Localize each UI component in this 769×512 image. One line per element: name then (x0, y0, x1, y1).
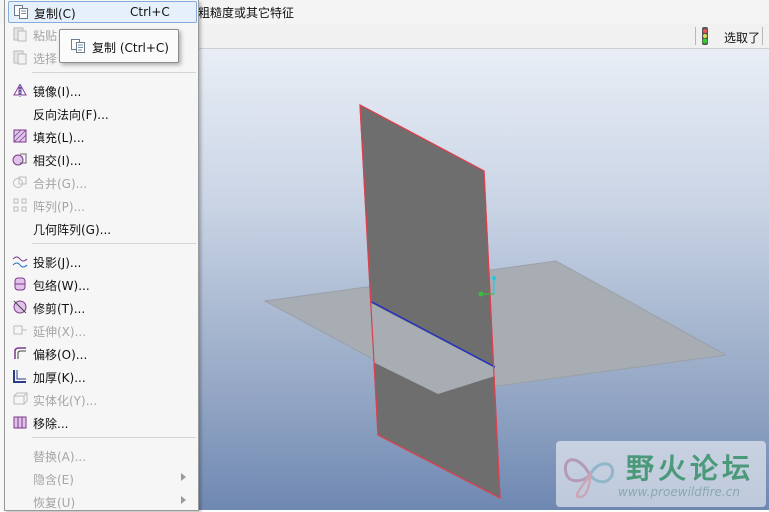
menu-item-label: 修剪(T)... (33, 302, 86, 316)
menu-item-17[interactable]: 移除... (5, 411, 198, 433)
solidify-icon (13, 392, 28, 405)
merge-icon (13, 176, 27, 188)
menu-item-label: 恢复(U) (33, 496, 76, 510)
menu-item-15[interactable]: 加厚(K)... (5, 365, 198, 387)
watermark-url: www.proewildfire.cn (618, 485, 740, 499)
menu-item-label: 实体化(Y)... (33, 394, 98, 408)
menu-item-10[interactable]: 投影(J)... (5, 250, 198, 272)
copy-icon (71, 39, 85, 53)
menu-item-19[interactable]: 隐含(E) (5, 467, 198, 489)
menu-item-label: 偏移(O)... (33, 348, 88, 362)
menu-divider (32, 72, 196, 73)
menu-item-9[interactable]: 几何阵列(G)... (5, 217, 198, 239)
menu-item-8[interactable]: 阵列(P)... (5, 194, 198, 216)
traffic-light-icon[interactable] (699, 27, 711, 45)
menu-item-label: 几何阵列(G)... (33, 223, 112, 237)
edit-context-menu: 复制(C) Ctrl+C 粘贴选择镜像(I)... 反向法向(F)... 填充(L)..… (4, 0, 199, 511)
toolbar-separator (695, 27, 696, 45)
watermark-title: 野火论坛 (626, 452, 755, 485)
thicken-icon (13, 370, 26, 383)
menu-item-5[interactable]: 填充(L)... (5, 125, 198, 147)
menu-item-14[interactable]: 偏移(O)... (5, 342, 198, 364)
menu-item-0[interactable]: 复制(C) Ctrl+C (8, 1, 197, 23)
fill-icon (13, 129, 27, 143)
menu-item-label: 包络(W)... (33, 279, 90, 293)
extend-icon (13, 325, 27, 335)
menu-item-shortcut: Ctrl+C (130, 5, 170, 19)
menu-divider (32, 243, 196, 244)
menu-item-label: 粘贴 (33, 29, 58, 43)
mirror-icon (13, 84, 27, 97)
vertical-surface (359, 103, 501, 500)
message-hint: 粗糙度或其它特征 (198, 6, 295, 20)
remove-icon (13, 416, 27, 429)
offset-icon (14, 347, 26, 359)
menu-item-label: 选择 (33, 52, 58, 66)
horizontal-surface (263, 260, 728, 395)
menu-item-label: 阵列(P)... (33, 200, 86, 214)
menu-item-18[interactable]: 替换(A)... (5, 444, 198, 466)
selection-filter-label[interactable]: 选取了 (724, 29, 760, 46)
menu-item-20[interactable]: 恢复(U) (5, 490, 198, 512)
menu-item-4[interactable]: 反向法向(F)... (5, 102, 198, 124)
menu-item-label: 加厚(K)... (33, 371, 86, 385)
menu-item-label: 延伸(X)... (33, 325, 87, 339)
wrap-icon (14, 277, 26, 291)
menu-item-13[interactable]: 延伸(X)... (5, 319, 198, 341)
intersect-icon (12, 153, 27, 166)
submenu-arrow-icon (181, 473, 186, 481)
menu-item-11[interactable]: 包络(W)... (5, 273, 198, 295)
submenu-arrow-icon (181, 496, 186, 504)
menu-item-label: 复制(C) (34, 7, 76, 21)
status-toolbar: 选取了 (198, 24, 769, 49)
copy-icon (14, 5, 28, 19)
toolbar-separator (762, 27, 763, 45)
menu-item-label: 投影(J)... (33, 256, 82, 270)
menu-item-label: 相交(I)... (33, 154, 82, 168)
menu-item-3[interactable]: 镜像(I)... (5, 79, 198, 101)
menu-item-label: 合并(G)... (33, 177, 88, 191)
trim-icon (13, 300, 27, 314)
menu-item-label: 隐含(E) (33, 473, 74, 487)
butterfly-logo-icon (563, 458, 615, 499)
paste-icon (13, 27, 27, 42)
menu-item-12[interactable]: 修剪(T)... (5, 296, 198, 318)
forum-watermark: 野火论坛 www.proewildfire.cn (556, 441, 766, 507)
menu-item-label: 替换(A)... (33, 450, 87, 464)
menu-item-label: 移除... (33, 417, 69, 431)
tooltip-text: 复制 (Ctrl+C) (92, 41, 169, 55)
menu-item-6[interactable]: 相交(I)... (5, 148, 198, 170)
menu-item-label: 镜像(I)... (33, 85, 82, 99)
pattern-icon (13, 198, 27, 212)
paste-special-icon (13, 50, 27, 65)
menu-item-label: 填充(L)... (33, 131, 85, 145)
menu-item-label: 反向法向(F)... (33, 108, 109, 122)
menu-divider (32, 437, 196, 438)
menu-item-7[interactable]: 合并(G)... (5, 171, 198, 193)
menu-item-16[interactable]: 实体化(Y)... (5, 388, 198, 410)
project-icon (12, 256, 28, 268)
copy-tooltip: 复制 (Ctrl+C) (59, 29, 179, 63)
